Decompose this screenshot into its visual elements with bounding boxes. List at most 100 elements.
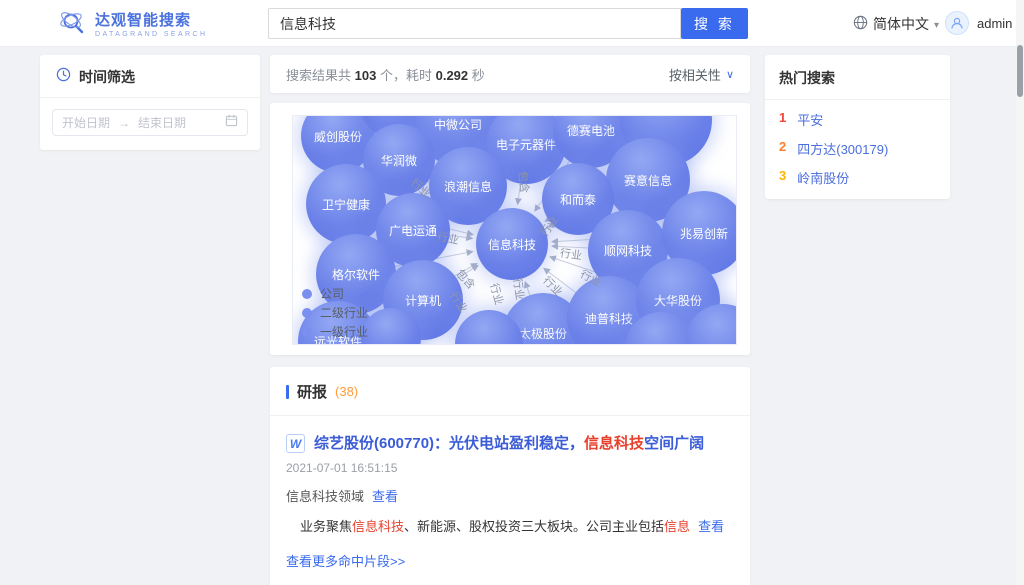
graph-legend-item: 二级行业 [302, 303, 368, 322]
graph-bubble-label: 迪普科技 [585, 310, 633, 327]
logo-atom-search-icon [58, 7, 88, 42]
results-count: 103 [355, 68, 377, 83]
graph-edge-label: 行业 [510, 277, 529, 301]
calendar-icon [225, 114, 238, 132]
graph-edge-label: 行业 [559, 245, 583, 264]
end-date-field[interactable]: 结束日期 [138, 114, 186, 131]
username: admin [977, 16, 1012, 31]
hot-search-label: 四方达(300179) [797, 139, 888, 158]
sort-label: 按相关性 [669, 65, 721, 84]
graph-bubble-label: 德赛电池 [567, 122, 615, 139]
graph-bubble-label: 华润微 [381, 152, 417, 169]
graph-legend-item: 一级行业 [302, 322, 368, 341]
graph-bubble-label: 赛意信息 [624, 172, 672, 189]
hot-search-item[interactable]: 3岭南股份 [765, 158, 950, 187]
scrollbar-thumb[interactable] [1017, 45, 1023, 97]
text-segment: 信息科技 [286, 489, 338, 504]
sort-dropdown[interactable]: 按相关性 ∨ [669, 65, 734, 84]
report-list: W综艺股份(600770)：光伏电站盈利稳定，信息科技空间广阔2021-07-0… [286, 433, 734, 585]
report-title[interactable]: 综艺股份(600770)：光伏电站盈利稳定，信息科技空间广阔 [314, 433, 704, 454]
knowledge-graph: 威创股份中微公司电子元器件德赛电池华润微浪潮信息赛意信息和而泰卫宁健康广电运通顺… [292, 115, 737, 345]
view-link[interactable]: 查看 [372, 489, 398, 504]
legend-label: 二级行业 [320, 304, 368, 321]
report-snippet: 业务聚焦信息科技、新能源、股权投资三大板块。公司主业包括信息查看 [286, 518, 734, 536]
user-menu[interactable]: admin [945, 11, 1012, 35]
text-segment: 信息科技 [352, 519, 404, 534]
top-bar: 达观智能搜索 DATAGRAND SEARCH 搜 索 简体中文 ▾ admin [0, 0, 1024, 47]
legend-label: 公司 [320, 285, 344, 302]
search-input[interactable] [268, 8, 681, 39]
text-segment: 综艺股份(600770)：光伏电站盈利稳定， [314, 435, 584, 452]
search-button[interactable]: 搜 索 [681, 8, 748, 39]
graph-bubble-label: 格尔软件 [332, 266, 380, 283]
graph-bubble-label: 卫宁健康 [322, 196, 370, 213]
time-filter-title: 时间筛选 [79, 67, 135, 87]
chevron-down-icon: ∨ [726, 68, 734, 81]
graph-bubble-label: 广电运通 [389, 222, 437, 239]
hot-search-card: 热门搜索 1 平安 2 四方达(300179)3岭南股份 [765, 55, 950, 199]
graph-edge-label: 包含 [515, 170, 533, 193]
elapsed-time: 0.292 [436, 68, 469, 83]
graph-bubble-label: 电子元器件 [496, 136, 556, 153]
text-segment: 领域 [338, 489, 364, 504]
date-range-picker[interactable]: 开始日期 → 结束日期 [52, 109, 248, 136]
report-section-card: 研报 (38) W综艺股份(600770)：光伏电站盈利稳定，信息科技空间广阔2… [270, 367, 750, 585]
hot-search-rank: 2 [779, 139, 786, 158]
page-scrollbar[interactable] [1016, 0, 1024, 585]
text-segment: 空间广阔 [644, 435, 704, 452]
graph-bubble-label: 信息科技 [488, 236, 536, 253]
avatar [945, 11, 969, 35]
text-segment: 业务聚焦 [300, 519, 352, 534]
hot-search-item[interactable]: 2 四方达(300179) [765, 129, 950, 158]
range-arrow-icon: → [118, 116, 130, 130]
text-segment: 、新能源、股权投资三大板块。公司主业包括 [404, 519, 664, 534]
graph-bubble-label: 兆易创新 [680, 225, 728, 242]
hot-search-title: 热门搜索 [765, 68, 950, 99]
section-accent-bar [286, 385, 289, 399]
more-snippets-link[interactable]: 查看更多命中片段>> [286, 551, 405, 570]
chevron-down-icon: ▾ [934, 20, 939, 31]
logo-title: 达观智能搜索 [95, 12, 207, 29]
clock-icon [56, 67, 71, 87]
graph-bubble-label: 计算机 [405, 292, 441, 309]
hot-search-label: 平安 [797, 110, 823, 129]
legend-label: 一级行业 [320, 323, 368, 340]
hot-search-item[interactable]: 1 平安 [765, 100, 950, 129]
graph-legend-item: 公司 [302, 284, 368, 303]
legend-dot-icon [302, 327, 312, 337]
logo-subtitle: DATAGRAND SEARCH [95, 31, 207, 38]
legend-dot-icon [302, 308, 312, 318]
start-date-field[interactable]: 开始日期 [62, 114, 110, 131]
knowledge-graph-card: 威创股份中微公司电子元器件德赛电池华润微浪潮信息赛意信息和而泰卫宁健康广电运通顺… [270, 103, 750, 355]
graph-legend: 公司二级行业一级行业 [302, 284, 368, 341]
graph-bubble-label: 顺网科技 [604, 242, 652, 259]
globe-icon [853, 15, 868, 33]
view-link[interactable]: 查看 [698, 519, 724, 534]
divider [270, 415, 750, 416]
report-tag-row: 信息科技领域查看 [286, 486, 734, 505]
language-label: 简体中文 [873, 14, 929, 34]
graph-bubble-label: 和而泰 [560, 191, 596, 208]
time-filter-card: 时间筛选 开始日期 → 结束日期 [40, 55, 260, 150]
section-title: 研报 [297, 381, 327, 402]
graph-bubble[interactable]: 卫宁健康 [306, 164, 386, 244]
graph-bubble-label: 浪潮信息 [444, 178, 492, 195]
language-selector[interactable]: 简体中文 ▾ [853, 14, 939, 34]
text-segment: 信息科技 [584, 435, 644, 452]
graph-bubble-center[interactable]: 信息科技 [476, 208, 548, 280]
graph-bubble-label: 太极股份 [519, 325, 567, 342]
section-count: (38) [335, 384, 358, 399]
hot-search-rank: 1 [779, 110, 786, 129]
graph-bubble-label: 大华股份 [654, 292, 702, 309]
legend-dot-icon [302, 289, 312, 299]
word-doc-icon: W [286, 434, 305, 453]
text-segment: 信息 [664, 519, 690, 534]
results-count-text: 搜索结果共 103 个，耗时 0.292 秒 [286, 65, 485, 84]
results-summary-bar: 搜索结果共 103 个，耗时 0.292 秒 按相关性 ∨ [270, 55, 750, 93]
hot-search-rank: 3 [779, 168, 786, 187]
graph-bubble-label: 威创股份 [314, 128, 362, 145]
report-title-row: W 综艺股份(600770)：光伏电站盈利稳定，信息科技空间广阔 [286, 433, 734, 454]
report-item: W综艺股份(600770)：光伏电站盈利稳定，信息科技空间广阔2021-07-0… [286, 433, 734, 571]
report-date: 2021-07-01 16:51:15 [286, 461, 734, 475]
logo: 达观智能搜索 DATAGRAND SEARCH [58, 7, 207, 42]
